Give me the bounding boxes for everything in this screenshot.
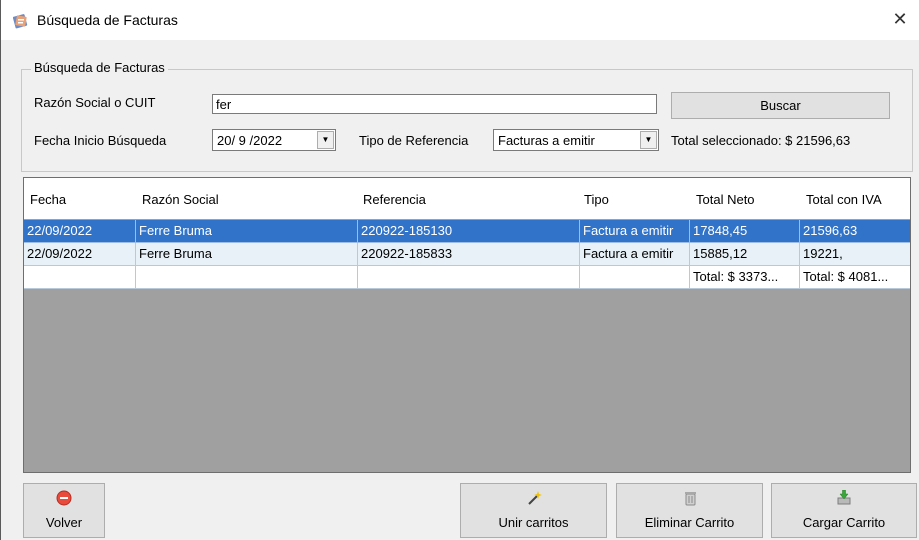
- cell-tipo: Factura a emitir: [580, 220, 690, 243]
- cell-razon-social: Ferre Bruma: [136, 243, 358, 266]
- table-row[interactable]: 22/09/2022 Ferre Bruma 220922-185833 Fac…: [24, 243, 910, 266]
- grid-header: Fecha Razón Social Referencia Tipo Total…: [24, 178, 910, 219]
- tipo-referencia-select[interactable]: Facturas a emitir ▼: [493, 129, 659, 151]
- fecha-inicio-datepicker[interactable]: 20/ 9 /2022 ▼: [212, 129, 336, 151]
- fecha-inicio-value: 20/ 9 /2022: [217, 133, 283, 148]
- cargar-carrito-label: Cargar Carrito: [802, 515, 886, 530]
- column-header-razon-social[interactable]: Razón Social: [142, 192, 219, 207]
- column-header-tipo[interactable]: Tipo: [584, 192, 609, 207]
- cart-download-icon: [836, 489, 852, 506]
- totals-row: Total: $ 3373... Total: $ 4081...: [24, 266, 910, 289]
- search-groupbox: [21, 69, 913, 172]
- search-group-title: Búsqueda de Facturas: [31, 60, 168, 75]
- unir-carritos-button[interactable]: Unir carritos: [460, 483, 607, 538]
- buscar-button-label: Buscar: [760, 98, 801, 113]
- cell-total-con-iva: 19221,: [800, 243, 910, 266]
- volver-button-label: Volver: [45, 515, 83, 530]
- magic-wand-icon: [526, 490, 542, 506]
- invoice-app-icon: [12, 13, 29, 29]
- table-row[interactable]: 22/09/2022 Ferre Bruma 220922-185130 Fac…: [24, 220, 910, 243]
- column-header-total-con-iva[interactable]: Total con IVA: [806, 192, 882, 207]
- search-invoices-window: Búsqueda de Facturas ✕ Búsqueda de Factu…: [0, 0, 919, 540]
- total-cell-fecha: [24, 266, 136, 289]
- tipo-referencia-value: Facturas a emitir: [498, 133, 595, 148]
- cell-total-neto: 15885,12: [690, 243, 800, 266]
- razon-social-label: Razón Social o CUIT: [34, 95, 156, 110]
- eliminar-carrito-button[interactable]: Eliminar Carrito: [616, 483, 763, 538]
- total-con-iva-sum: Total: $ 4081...: [800, 266, 910, 289]
- close-icon[interactable]: ✕: [887, 6, 913, 32]
- total-seleccionado-text: Total seleccionado: $ 21596,63: [671, 133, 851, 148]
- cell-referencia: 220922-185130: [358, 220, 580, 243]
- cell-total-con-iva: 21596,63: [800, 220, 910, 243]
- trash-icon: [682, 490, 698, 506]
- cell-referencia: 220922-185833: [358, 243, 580, 266]
- cell-razon-social: Ferre Bruma: [136, 220, 358, 243]
- volver-button[interactable]: Volver: [23, 483, 105, 538]
- window-title: Búsqueda de Facturas: [37, 12, 178, 28]
- total-neto-sum: Total: $ 3373...: [690, 266, 800, 289]
- eliminar-carrito-label: Eliminar Carrito: [644, 515, 735, 530]
- invoices-grid[interactable]: Fecha Razón Social Referencia Tipo Total…: [23, 177, 911, 473]
- tipo-referencia-label: Tipo de Referencia: [359, 133, 469, 148]
- buscar-button[interactable]: Buscar: [671, 92, 890, 119]
- column-header-referencia[interactable]: Referencia: [363, 192, 426, 207]
- unir-carritos-label: Unir carritos: [498, 515, 569, 530]
- total-cell-tipo: [580, 266, 690, 289]
- total-cell-referencia: [358, 266, 580, 289]
- chevron-down-icon[interactable]: ▼: [317, 131, 334, 149]
- chevron-down-icon[interactable]: ▼: [640, 131, 657, 149]
- total-cell-razon: [136, 266, 358, 289]
- cell-fecha: 22/09/2022: [24, 220, 136, 243]
- cell-tipo: Factura a emitir: [580, 243, 690, 266]
- stop-icon: [56, 490, 72, 506]
- column-header-total-neto[interactable]: Total Neto: [696, 192, 755, 207]
- cargar-carrito-button[interactable]: Cargar Carrito: [771, 483, 917, 538]
- column-header-fecha[interactable]: Fecha: [30, 192, 66, 207]
- cell-total-neto: 17848,45: [690, 220, 800, 243]
- fecha-inicio-label: Fecha Inicio Búsqueda: [34, 133, 167, 148]
- cell-fecha: 22/09/2022: [24, 243, 136, 266]
- razon-social-input[interactable]: [212, 94, 657, 114]
- title-bar: Búsqueda de Facturas ✕: [1, 0, 919, 40]
